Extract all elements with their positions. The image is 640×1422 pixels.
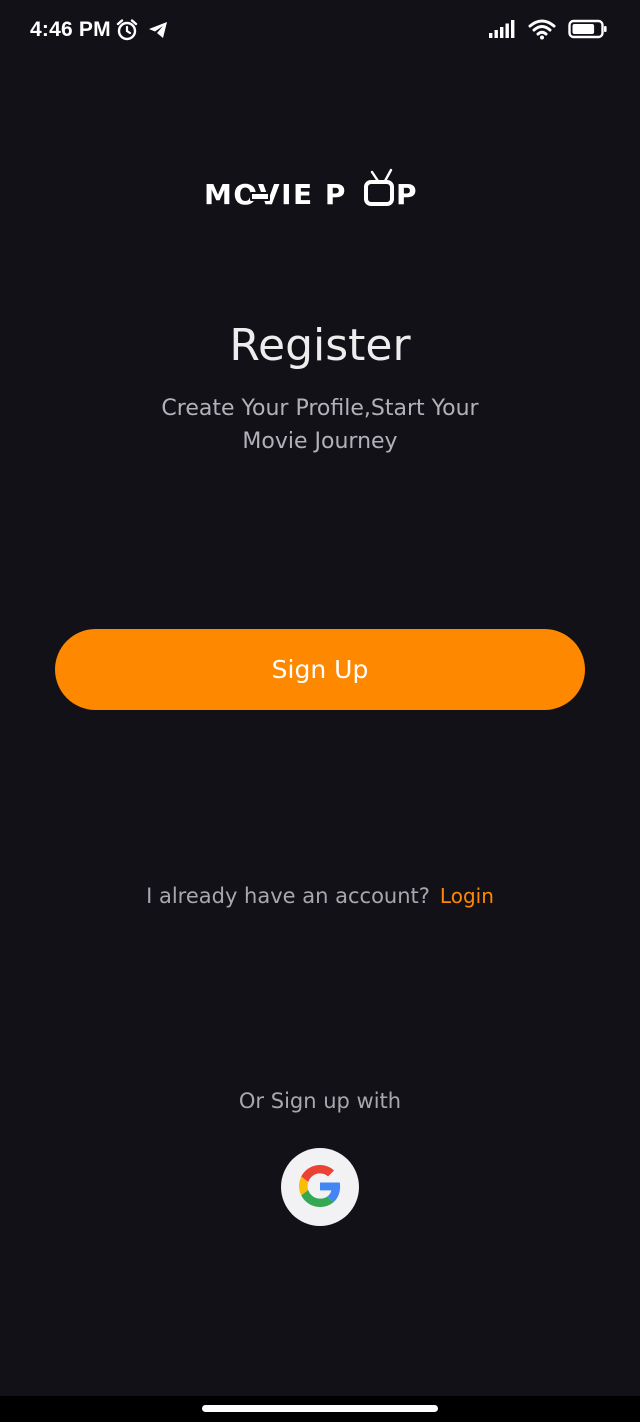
movie-pop-logo: MOVIE P P: [202, 168, 438, 212]
status-time: 4:46 PM: [30, 18, 111, 41]
battery-icon: [568, 18, 608, 44]
svg-text:P: P: [396, 178, 417, 211]
google-icon: [299, 1164, 341, 1210]
system-nav-bar: [0, 1396, 640, 1422]
login-prompt: I already have an account?: [146, 884, 430, 908]
login-row: I already have an account? Login: [0, 884, 640, 908]
signal-icon: [488, 18, 516, 44]
page-title: Register: [229, 320, 411, 371]
status-bar: 4:46 PM: [0, 0, 640, 64]
login-link[interactable]: Login: [440, 884, 494, 908]
alarm-icon: [115, 18, 139, 46]
wifi-icon: [528, 18, 556, 44]
svg-text:MOVIE P: MOVIE P: [204, 178, 347, 211]
google-sign-up-button[interactable]: [281, 1148, 359, 1226]
home-indicator[interactable]: [202, 1405, 438, 1412]
telegram-icon: [147, 19, 169, 45]
sign-up-button[interactable]: Sign Up: [55, 629, 585, 710]
status-left-icons: [115, 18, 169, 46]
or-sign-up-with-label: Or Sign up with: [238, 1089, 402, 1113]
page-subtitle: Create Your Profile,Start Your Movie Jou…: [161, 396, 479, 454]
status-right-icons: [488, 18, 608, 44]
